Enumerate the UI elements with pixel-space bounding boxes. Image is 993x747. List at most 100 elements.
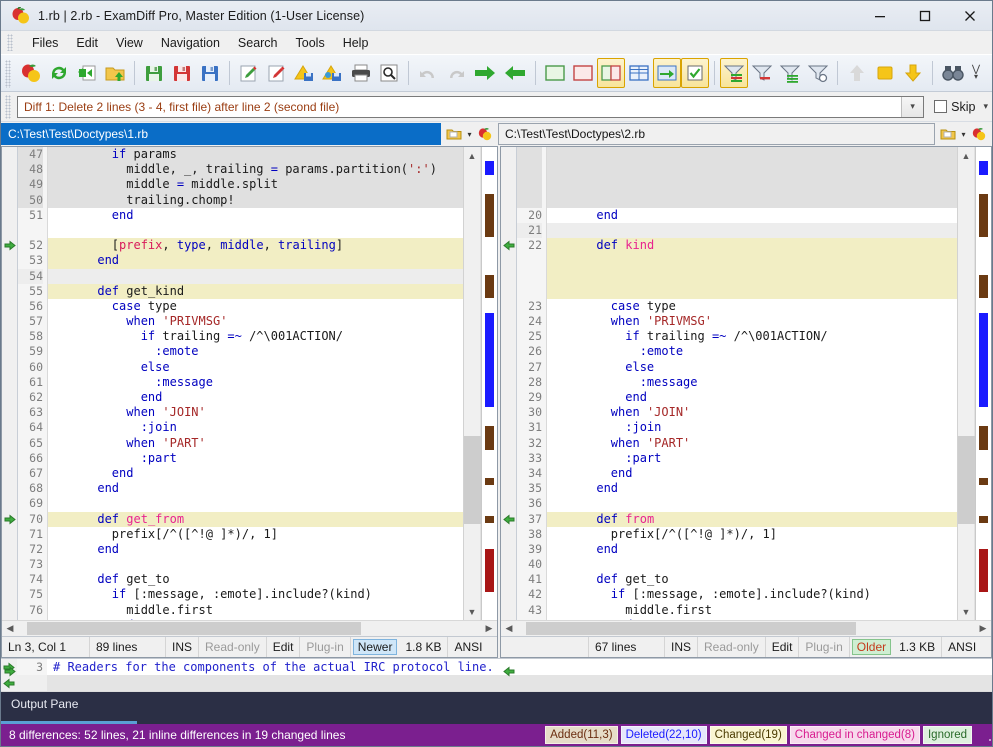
legend-badge[interactable]: Changed in changed(8) bbox=[790, 726, 920, 744]
diff-map-marker[interactable] bbox=[485, 549, 494, 592]
code-line[interactable]: end bbox=[48, 481, 463, 496]
open-folder-icon[interactable] bbox=[938, 124, 958, 144]
code-line[interactable]: :message bbox=[48, 375, 463, 390]
left-encoding[interactable]: ANSI bbox=[448, 637, 488, 657]
code-line[interactable]: :join bbox=[547, 420, 957, 435]
diff-map-marker[interactable] bbox=[979, 275, 988, 299]
code-line[interactable]: if [:message, :emote].include?(kind) bbox=[48, 587, 463, 602]
code-line[interactable]: def get_from bbox=[48, 512, 463, 527]
left-horizontal-scrollbar[interactable]: ◀ ▶ bbox=[2, 620, 497, 636]
code-line[interactable]: when 'PRIVMSG' bbox=[547, 314, 957, 329]
current-diff-icon[interactable] bbox=[871, 58, 899, 88]
maximize-button[interactable] bbox=[902, 1, 947, 31]
open-folder-icon[interactable] bbox=[444, 124, 464, 144]
right-hscroll-thumb[interactable] bbox=[526, 622, 856, 635]
code-line[interactable] bbox=[547, 147, 957, 162]
code-line[interactable]: if params bbox=[48, 147, 463, 162]
code-line[interactable]: end bbox=[547, 618, 957, 620]
left-insert-mode[interactable]: INS bbox=[166, 637, 199, 657]
diff-map-marker[interactable] bbox=[979, 161, 988, 175]
apple-fruit-icon[interactable] bbox=[475, 124, 495, 144]
diff-selector-combo[interactable]: Diff 1: Delete 2 lines (3 - 4, first fil… bbox=[17, 96, 924, 118]
save-both-icon[interactable] bbox=[196, 58, 224, 88]
right-scroll-track[interactable] bbox=[958, 164, 974, 603]
copy-right-marker-icon[interactable] bbox=[4, 666, 16, 678]
right-hscroll-track[interactable] bbox=[517, 621, 975, 636]
output-pane-title[interactable]: Output Pane bbox=[1, 692, 992, 711]
code-line[interactable]: if [:message, :emote].include?(kind) bbox=[547, 587, 957, 602]
check-icon[interactable] bbox=[681, 58, 709, 88]
code-line[interactable] bbox=[547, 557, 957, 572]
show-added-icon[interactable] bbox=[541, 58, 569, 88]
left-readonly-flag[interactable]: Read-only bbox=[199, 637, 267, 657]
diff-map-marker[interactable] bbox=[979, 313, 988, 408]
right-horizontal-scrollbar[interactable]: ◀ ▶ bbox=[501, 620, 991, 636]
legend-badge[interactable]: Deleted(22,10) bbox=[621, 726, 707, 744]
scroll-down-icon[interactable]: ▼ bbox=[958, 603, 974, 620]
code-line[interactable] bbox=[547, 269, 957, 284]
code-line[interactable] bbox=[547, 496, 957, 511]
code-line[interactable]: end bbox=[547, 481, 957, 496]
copy-right-marker-icon[interactable] bbox=[4, 514, 16, 526]
show-changed-icon[interactable] bbox=[597, 58, 625, 88]
left-plugin-flag[interactable]: Plug-in bbox=[300, 637, 350, 657]
chevron-down-icon[interactable]: ▾ bbox=[959, 130, 968, 139]
left-editor[interactable]: 4748495051 52535455565758596061626364656… bbox=[2, 147, 497, 620]
left-vertical-scrollbar[interactable]: ▲ ▼ bbox=[464, 147, 481, 620]
code-line[interactable] bbox=[547, 284, 957, 299]
code-line[interactable] bbox=[547, 177, 957, 192]
right-diff-map[interactable] bbox=[975, 147, 991, 620]
code-line[interactable] bbox=[547, 253, 957, 268]
right-code-area[interactable]: end def kind case type when 'PRIVMSG' if… bbox=[547, 147, 957, 620]
redo-icon[interactable] bbox=[442, 58, 470, 88]
right-readonly-flag[interactable]: Read-only bbox=[698, 637, 766, 657]
scroll-left-icon[interactable]: ◀ bbox=[501, 621, 517, 636]
code-line[interactable]: when 'PRIVMSG' bbox=[48, 314, 463, 329]
diff-map-marker[interactable] bbox=[485, 516, 494, 523]
diff-map-marker[interactable] bbox=[485, 275, 494, 299]
toolbar-overflow-icon[interactable]: ⋁▾ bbox=[968, 58, 984, 88]
diff-map-marker[interactable] bbox=[485, 313, 494, 408]
apple-fruit-icon[interactable] bbox=[969, 124, 989, 144]
code-line[interactable]: [prefix, type, middle, trailing] bbox=[48, 238, 463, 253]
left-file-path[interactable]: C:\Test\Test\Doctypes\1.rb bbox=[1, 123, 441, 145]
chevron-down-icon[interactable]: ▾ bbox=[901, 97, 923, 117]
compare-files-icon[interactable] bbox=[17, 58, 45, 88]
copy-to-left-icon[interactable] bbox=[500, 58, 530, 88]
menu-view[interactable]: View bbox=[107, 33, 152, 53]
code-line[interactable]: :part bbox=[48, 451, 463, 466]
menu-edit[interactable]: Edit bbox=[67, 33, 107, 53]
inline-diff-row-right[interactable] bbox=[1, 675, 992, 691]
print-preview-icon[interactable] bbox=[375, 58, 403, 88]
diffbar-grip[interactable] bbox=[5, 95, 11, 119]
diff-map-marker[interactable] bbox=[485, 426, 494, 450]
code-line[interactable]: end bbox=[547, 208, 957, 223]
code-line[interactable] bbox=[48, 557, 463, 572]
right-vertical-scrollbar[interactable]: ▲ ▼ bbox=[958, 147, 975, 620]
menu-navigation[interactable]: Navigation bbox=[152, 33, 229, 53]
code-line[interactable]: :part bbox=[547, 451, 957, 466]
copy-right-marker-icon[interactable] bbox=[4, 240, 16, 252]
scroll-left-icon[interactable]: ◀ bbox=[2, 621, 18, 636]
skip-checkbox-group[interactable]: Skip bbox=[934, 100, 975, 114]
code-line[interactable] bbox=[547, 162, 957, 177]
code-line[interactable]: when 'JOIN' bbox=[48, 405, 463, 420]
scroll-right-icon[interactable]: ▶ bbox=[975, 621, 991, 636]
code-line[interactable]: case type bbox=[48, 299, 463, 314]
copy-left-marker-icon[interactable] bbox=[503, 666, 515, 678]
code-line[interactable]: end bbox=[547, 466, 957, 481]
code-line[interactable]: middle, _, trailing = params.partition('… bbox=[48, 162, 463, 177]
code-line[interactable] bbox=[48, 223, 463, 238]
legend-badge[interactable]: Ignored bbox=[923, 726, 972, 744]
prev-diff-icon[interactable] bbox=[843, 58, 871, 88]
diff-map-marker[interactable] bbox=[485, 161, 494, 175]
code-line[interactable]: trailing.chomp! bbox=[48, 193, 463, 208]
left-hscroll-track[interactable] bbox=[18, 621, 481, 636]
filter-changed-icon[interactable] bbox=[776, 58, 804, 88]
code-line[interactable] bbox=[48, 496, 463, 511]
right-encoding[interactable]: ANSI bbox=[942, 637, 982, 657]
right-edit-flag[interactable]: Edit bbox=[766, 637, 800, 657]
scroll-up-icon[interactable]: ▲ bbox=[958, 147, 974, 164]
diff-map-marker[interactable] bbox=[485, 478, 494, 485]
menu-search[interactable]: Search bbox=[229, 33, 287, 53]
